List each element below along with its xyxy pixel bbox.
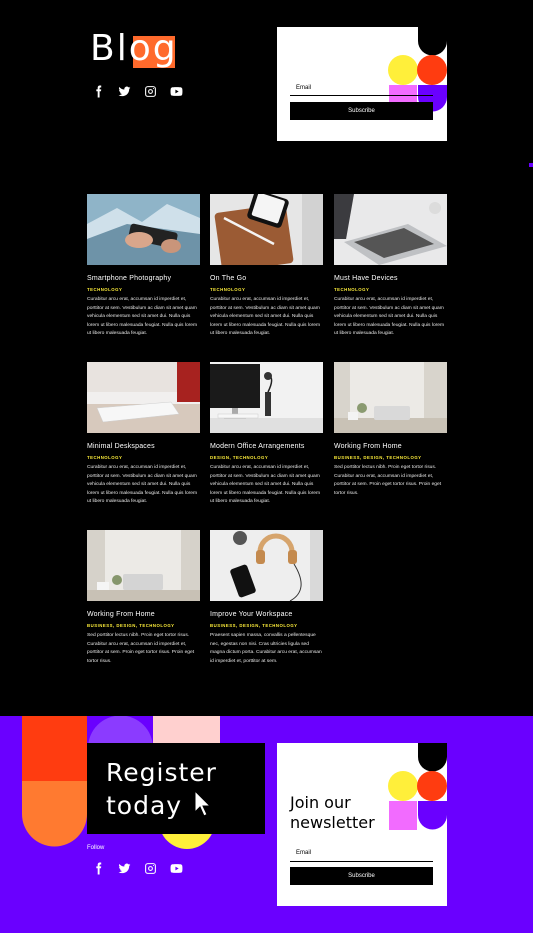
post-category[interactable]: TECHNOLOGY <box>87 287 200 292</box>
subscribe-card: Email Subscribe <box>277 27 447 141</box>
post-excerpt: Curabitur arcu erat, accumsan id imperdi… <box>334 297 445 336</box>
post-card[interactable]: Improve Your Workspace BUSINESS, DESIGN,… <box>210 530 323 666</box>
post-thumbnail[interactable] <box>87 194 200 265</box>
post-card[interactable]: Working From Home BUSINESS, DESIGN, TECH… <box>334 362 447 498</box>
post-excerpt: Curabitur arcu erat, accumsan id imperdi… <box>87 465 198 504</box>
instagram-icon[interactable] <box>143 84 157 98</box>
facebook-icon[interactable] <box>91 861 105 875</box>
post-excerpt: Sed porttitor lectus nibh. Proin eget to… <box>87 633 195 664</box>
post-excerpt: Curabitur arcu erat, accumsan id imperdi… <box>210 297 321 336</box>
footer-section: Register today Follow Join our newslette… <box>0 716 533 933</box>
scroll-marker <box>529 163 533 167</box>
post-title[interactable]: Must Have Devices <box>334 275 447 282</box>
post-thumbnail[interactable] <box>210 362 323 433</box>
register-heading-line1[interactable]: Register <box>106 756 217 789</box>
post-title[interactable]: Working From Home <box>334 443 447 450</box>
post-category[interactable]: TECHNOLOGY <box>87 455 200 460</box>
post-thumbnail[interactable] <box>334 362 447 433</box>
register-box[interactable]: Register today <box>87 743 265 834</box>
post-title[interactable]: Working From Home <box>87 611 200 618</box>
post-title[interactable]: Modern Office Arrangements <box>210 443 323 450</box>
post-card[interactable]: Must Have Devices TECHNOLOGY Curabitur a… <box>334 194 447 339</box>
post-thumbnail[interactable] <box>210 194 323 265</box>
post-category[interactable]: TECHNOLOGY <box>334 287 447 292</box>
post-excerpt: Curabitur arcu erat, accumsan id imperdi… <box>210 465 321 504</box>
newsletter-heading-line2: newsletter <box>290 813 375 832</box>
footer-social-links <box>91 861 183 875</box>
youtube-icon[interactable] <box>169 84 183 98</box>
post-category[interactable]: BUSINESS, DESIGN, TECHNOLOGY <box>210 623 323 628</box>
social-links <box>91 84 183 98</box>
page-title: Blog <box>90 28 178 69</box>
post-title[interactable]: Improve Your Workspace <box>210 611 323 618</box>
email-underline <box>290 861 433 862</box>
post-thumbnail[interactable] <box>87 530 200 601</box>
post-card[interactable]: Smartphone Photography TECHNOLOGY Curabi… <box>87 194 200 339</box>
post-title[interactable]: Smartphone Photography <box>87 275 200 282</box>
youtube-icon[interactable] <box>169 861 183 875</box>
post-card[interactable]: Working From Home BUSINESS, DESIGN, TECH… <box>87 530 200 666</box>
post-card[interactable]: Modern Office Arrangements DESIGN, TECHN… <box>210 362 323 507</box>
follow-label: Follow <box>87 845 105 851</box>
post-category[interactable]: TECHNOLOGY <box>210 287 323 292</box>
email-underline <box>290 95 433 96</box>
footer-decorative-shapes <box>22 716 220 849</box>
post-excerpt: Praesent sapien massa, convallis a pelle… <box>210 633 322 664</box>
post-category[interactable]: BUSINESS, DESIGN, TECHNOLOGY <box>87 623 200 628</box>
post-card[interactable]: On The Go TECHNOLOGY Curabitur arcu erat… <box>210 194 323 339</box>
post-title[interactable]: On The Go <box>210 275 323 282</box>
facebook-icon[interactable] <box>91 84 105 98</box>
twitter-icon[interactable] <box>117 861 131 875</box>
register-heading-line2[interactable]: today <box>106 789 182 822</box>
post-thumbnail[interactable] <box>334 194 447 265</box>
newsletter-email-input[interactable] <box>290 848 433 860</box>
post-excerpt: Sed porttitor lectus nibh. Proin eget to… <box>334 465 442 496</box>
post-thumbnail[interactable] <box>210 530 323 601</box>
post-category[interactable]: DESIGN, TECHNOLOGY <box>210 455 323 460</box>
post-thumbnail[interactable] <box>87 362 200 433</box>
cursor-icon <box>194 790 212 817</box>
post-title[interactable]: Minimal Deskspaces <box>87 443 200 450</box>
post-card[interactable]: Minimal Deskspaces TECHNOLOGY Curabitur … <box>87 362 200 507</box>
twitter-icon[interactable] <box>117 84 131 98</box>
subscribe-button[interactable]: Subscribe <box>290 102 433 120</box>
newsletter-subscribe-button[interactable]: Subscribe <box>290 867 433 885</box>
instagram-icon[interactable] <box>143 861 157 875</box>
newsletter-heading-line1: Join our <box>290 793 351 812</box>
post-category[interactable]: BUSINESS, DESIGN, TECHNOLOGY <box>334 455 447 460</box>
email-input[interactable] <box>290 83 433 95</box>
post-excerpt: Curabitur arcu erat, accumsan id imperdi… <box>87 297 198 336</box>
newsletter-card: Join our newsletter Email Subscribe <box>277 743 447 906</box>
